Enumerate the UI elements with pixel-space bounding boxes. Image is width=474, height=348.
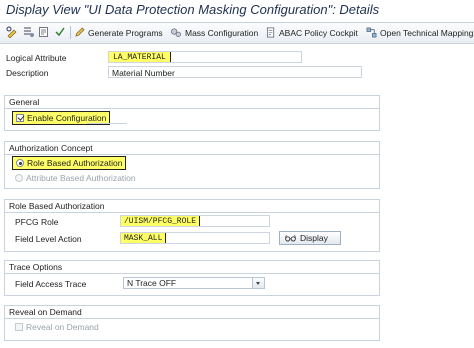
glasses-icon [285,235,296,242]
field-level-action-value: MASK_ALL [121,233,167,243]
check-icon[interactable] [54,26,66,38]
reveal-on-demand-title: Reveal on Demand [5,306,379,319]
chevron-down-icon[interactable] [252,278,264,288]
generate-programs-label: Generate Programs [88,27,163,38]
title-bar: Display View "UI Data Protection Masking… [0,0,474,22]
open-technical-mapping-button[interactable]: Open Technical Mapping [366,25,473,40]
application-toolbar: Generate Programs Mass Configuration ABA… [0,22,474,44]
role-based-authorization-group: Role Based Authorization PFCG Role /UISM… [4,199,380,252]
mass-configuration-label: Mass Configuration [185,27,259,38]
other-object-icon[interactable] [22,26,34,38]
authorization-concept-group: Authorization Concept Role Based Authori… [4,141,380,189]
trace-options-title: Trace Options [5,261,379,274]
field-level-action-field[interactable]: MASK_ALL [120,232,270,244]
radio-unselected-icon [15,174,23,182]
description-field[interactable]: Material Number [108,66,362,78]
field-access-trace-label: Field Access Trace [15,279,87,289]
radio-selected-icon [16,159,24,167]
logical-attribute-field[interactable]: LA_MATERIAL [108,51,302,63]
authorization-concept-title: Authorization Concept [5,142,379,155]
attribute-based-authorization-label: Attribute Based Authorization [26,173,136,183]
pencil-icon [75,27,85,37]
abac-policy-cockpit-label: ABAC Policy Cockpit [279,27,358,38]
display-button-label: Display [300,233,328,243]
mass-configuration-button[interactable]: Mass Configuration [170,25,258,40]
reveal-on-demand-group: Reveal on Demand Reveal on Demand [4,305,380,341]
gears-icon [171,28,181,37]
description-value: Material Number [112,68,175,78]
logical-attribute-label: Logical Attribute [6,53,67,63]
display-button[interactable]: Display [279,231,341,245]
checkbox-checked-icon [16,114,24,122]
where-used-icon[interactable] [38,26,50,38]
open-technical-mapping-label: Open Technical Mapping [380,27,474,38]
general-group-title: General [5,96,379,109]
trace-options-group: Trace Options Field Access Trace N Trace… [4,260,380,296]
generate-programs-button[interactable]: Generate Programs [74,25,163,40]
field-access-trace-value: N Trace OFF [127,278,177,288]
pfcg-role-field[interactable]: /UISM/PFCG_ROLE [120,215,270,227]
pfcg-role-value: /UISM/PFCG_ROLE [121,216,201,226]
field-level-action-label: Field Level Action [15,234,82,244]
pfcg-role-label: PFCG Role [15,217,59,227]
field-access-trace-select[interactable]: N Trace OFF [123,277,265,289]
reveal-on-demand-label: Reveal on Demand [26,322,99,332]
logical-attribute-value: LA_MATERIAL [109,52,171,62]
window-title: Display View "UI Data Protection Masking… [6,2,380,17]
toolbar-separator [70,26,71,39]
role-based-authorization-radio[interactable]: Role Based Authorization [12,156,127,170]
field-underline [87,123,127,124]
toggle-display-change-icon[interactable] [6,26,18,38]
attribute-based-authorization-radio[interactable]: Attribute Based Authorization [12,172,139,184]
abac-policy-cockpit-button[interactable]: ABAC Policy Cockpit [266,25,358,40]
role-based-authorization-title: Role Based Authorization [5,200,379,213]
role-based-authorization-label: Role Based Authorization [27,158,123,168]
enable-configuration-label: Enable Configuration [27,113,107,123]
checkbox-unchecked-icon [15,323,23,331]
description-label: Description [6,68,49,78]
general-group: General Enable Configuration [4,95,380,131]
reveal-on-demand-checkbox[interactable]: Reveal on Demand [12,321,102,333]
mapping-icon [366,27,377,38]
document-icon [266,27,275,38]
